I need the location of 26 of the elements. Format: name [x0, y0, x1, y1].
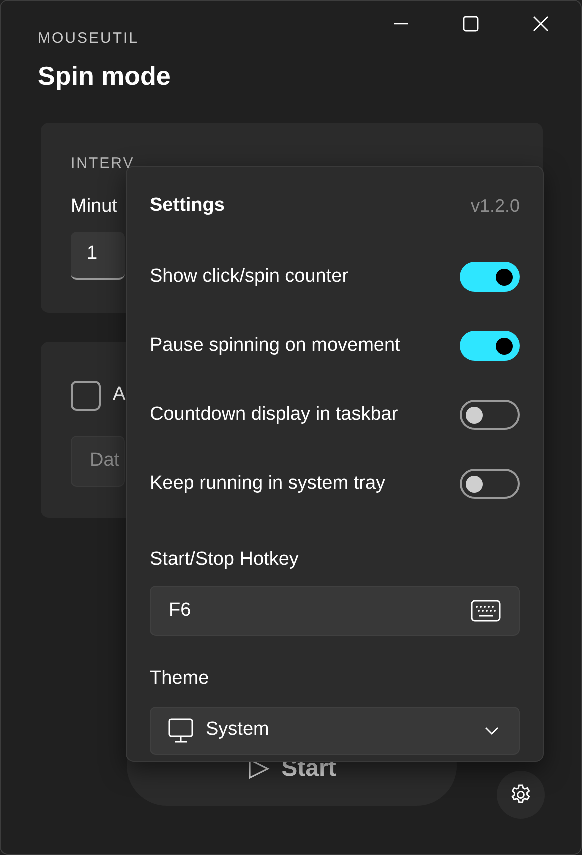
field-label: Theme	[150, 667, 210, 691]
checkbox[interactable]	[71, 380, 101, 410]
monitor-icon	[168, 718, 194, 744]
toggle-switch[interactable]	[460, 331, 520, 361]
setting-label: Keep running in system tray	[150, 472, 386, 496]
minutes-field[interactable]: 1	[71, 232, 125, 280]
page-title: Spin mode	[38, 60, 171, 92]
checkbox-label: A	[113, 383, 126, 408]
version-label: v1.2.0	[470, 194, 520, 218]
toggle-switch[interactable]	[460, 400, 520, 430]
field-label: Start/Stop Hotkey	[150, 548, 299, 572]
hotkey-field[interactable]: F6	[150, 586, 520, 636]
date-field[interactable]: Dat	[71, 436, 125, 486]
app-name: MOUSEUTIL	[38, 29, 140, 49]
setting-label: Show click/spin counter	[150, 264, 349, 289]
settings-button[interactable]	[497, 771, 545, 819]
toggle-switch[interactable]	[460, 262, 520, 292]
setting-label: Pause spinning on movement	[150, 334, 400, 358]
field-label: Minut	[71, 195, 118, 219]
panel-title: Settings	[150, 194, 225, 218]
theme-dropdown[interactable]: System	[150, 706, 520, 754]
keyboard-icon	[471, 600, 501, 622]
chevron-down-icon	[485, 726, 499, 734]
section-heading: INTERV	[71, 154, 135, 174]
toggle-switch[interactable]	[460, 469, 520, 499]
setting-label: Countdown display in taskbar	[150, 402, 398, 427]
